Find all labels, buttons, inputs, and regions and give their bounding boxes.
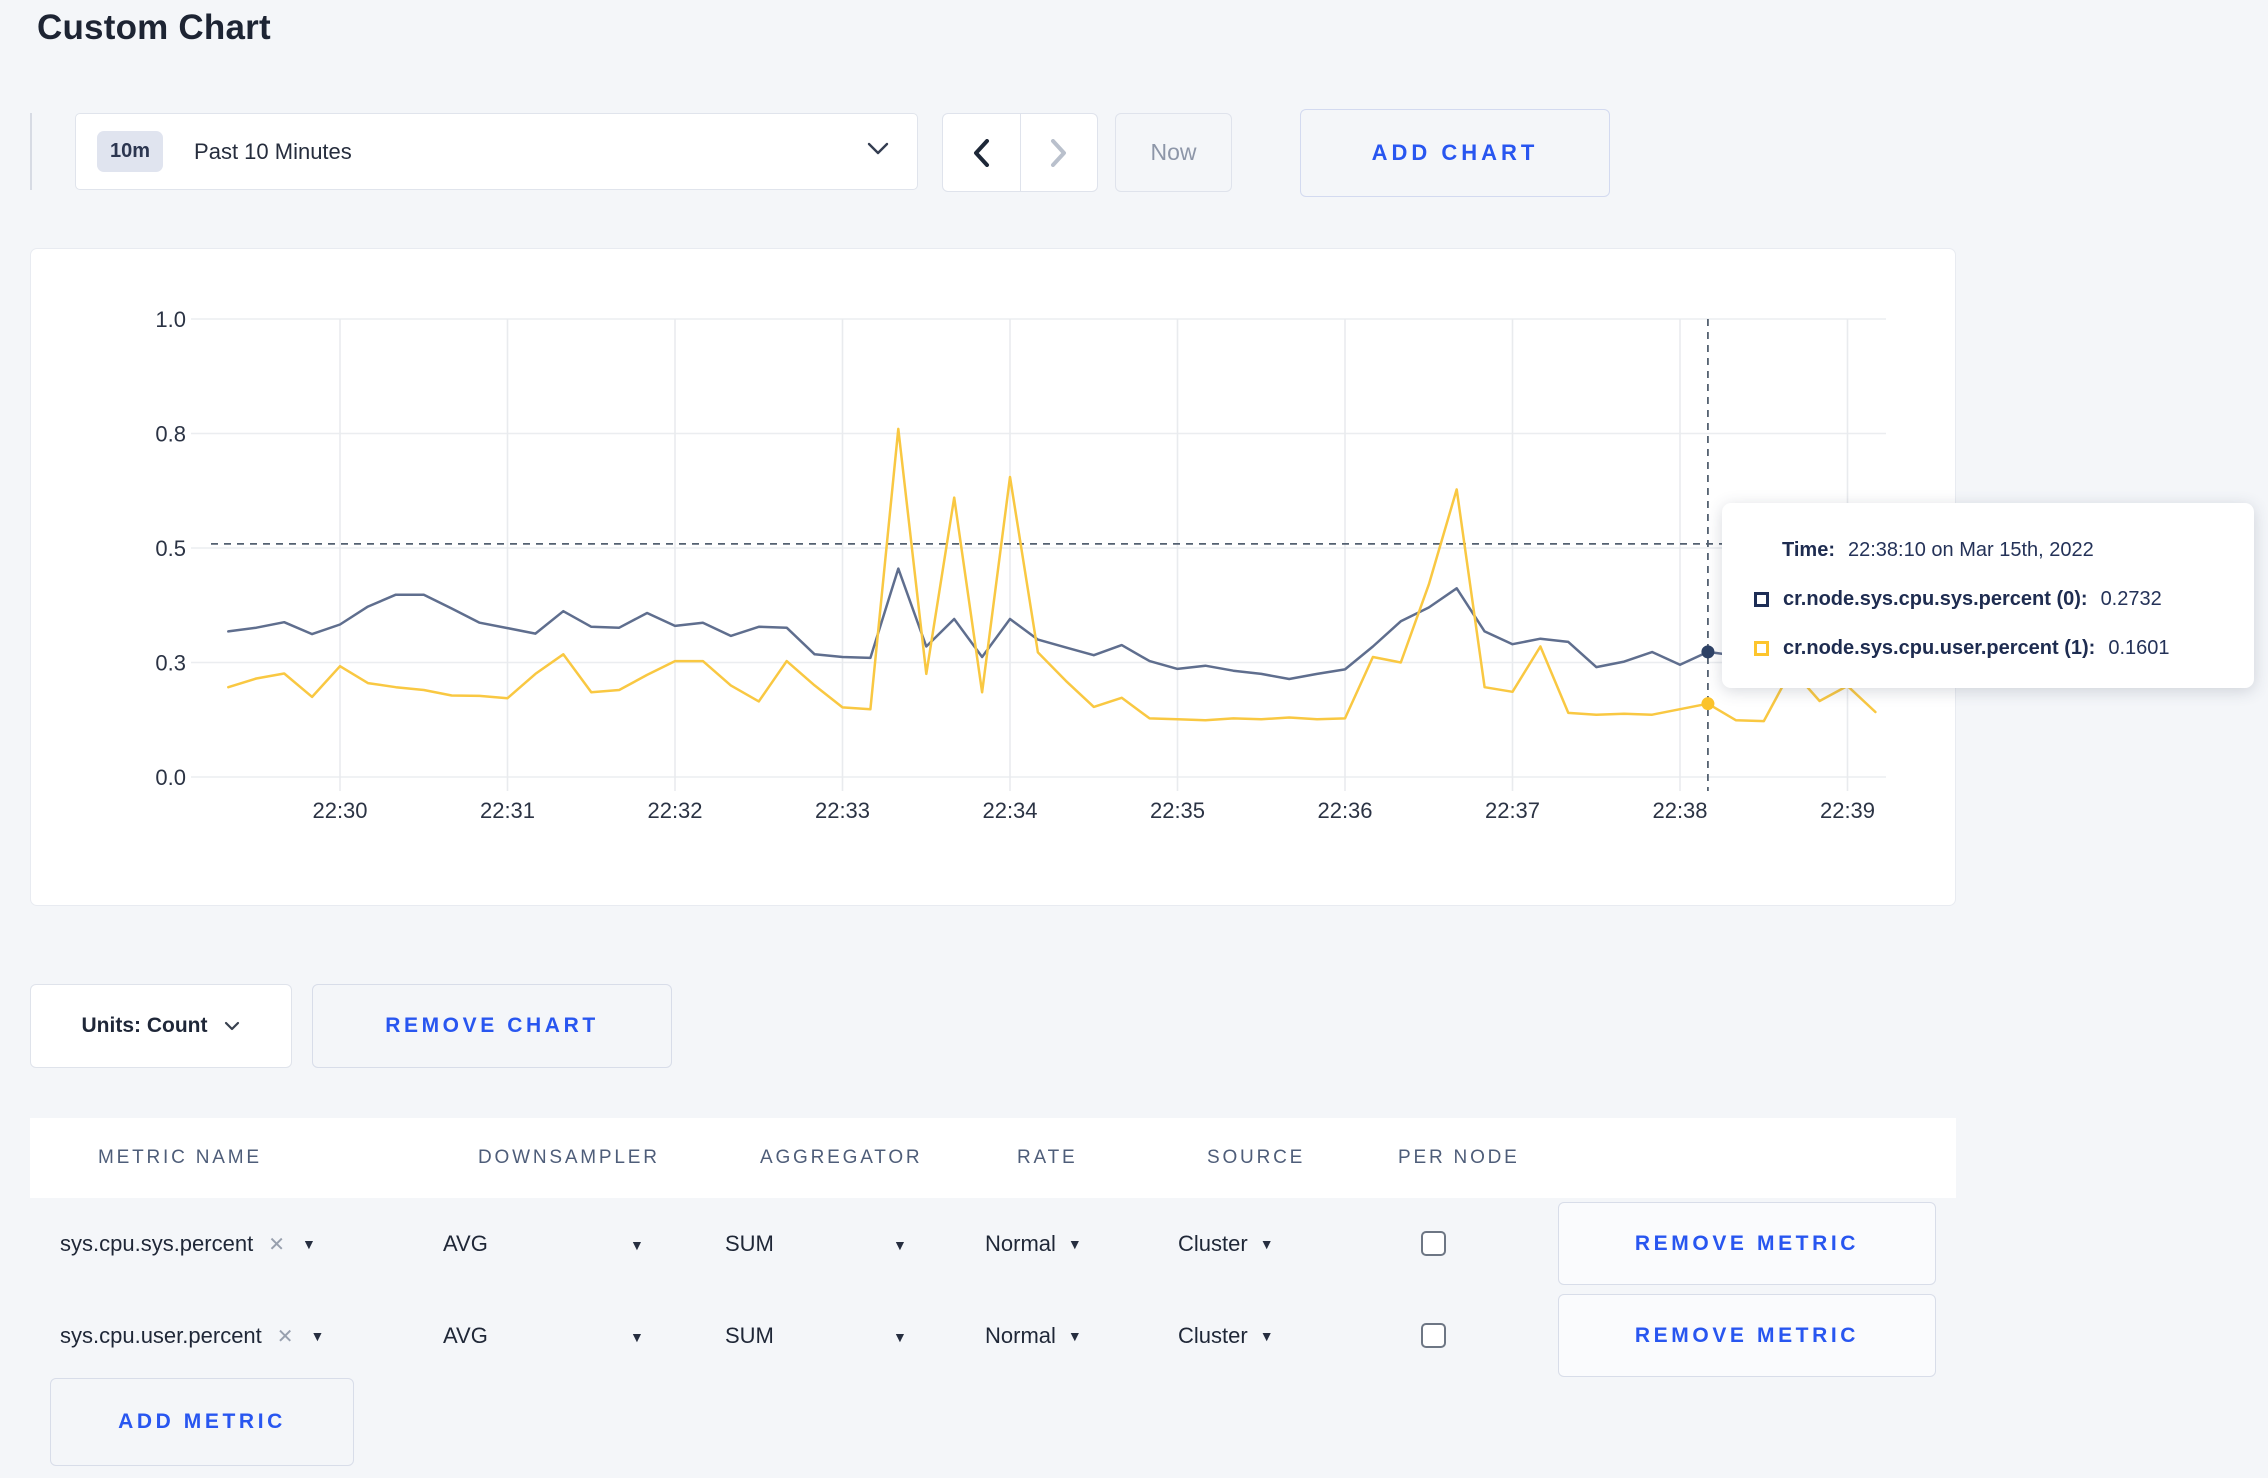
caret-down-icon: ▼ [1259, 1328, 1274, 1344]
hover-point-0 [1701, 645, 1715, 659]
custom-chart-page: Custom Chart 10m Past 10 Minutes Now ADD… [0, 0, 2268, 1478]
chart-card: 0.0 0.3 0.5 0.8 1.0 22:30 22:31 22:32 22:33 22:34… [30, 248, 1956, 906]
y-axis-tick-label: 0.8 [155, 422, 186, 447]
remove-metric-button[interactable]: REMOVE METRIC [1558, 1202, 1936, 1285]
per-node-checkbox[interactable] [1421, 1323, 1446, 1348]
downsampler-select[interactable]: AVG [443, 1198, 488, 1290]
col-header-downsampler: DOWNSAMPLER [478, 1147, 660, 1168]
caret-down-icon: ▼ [1067, 1328, 1082, 1344]
caret-down-icon: ▼ [630, 1237, 644, 1253]
tooltip-series-value: 0.1601 [2108, 636, 2170, 659]
remove-metric-button[interactable]: REMOVE METRIC [1558, 1294, 1936, 1377]
rate-select[interactable]: Normal ▼ [985, 1290, 1082, 1382]
caret-down-icon: ▼ [1259, 1236, 1274, 1252]
chevron-left-icon [974, 138, 990, 167]
tooltip-time-label: Time: [1782, 538, 1835, 561]
x-axis-tick-label: 22:34 [982, 798, 1037, 823]
x-axis-tick-label: 22:33 [815, 798, 870, 823]
hover-point-1 [1701, 697, 1715, 711]
source-value: Cluster [1178, 1231, 1248, 1256]
x-axis-tick-label: 22:30 [312, 798, 367, 823]
x-axis-tick-label: 22:35 [1150, 798, 1205, 823]
metrics-table-header: METRIC NAME DOWNSAMPLER AGGREGATOR RATE … [30, 1118, 1956, 1198]
source-value: Cluster [1178, 1323, 1248, 1348]
time-range-label: Past 10 Minutes [194, 138, 352, 164]
metric-name-value: sys.cpu.user.percent [60, 1323, 262, 1348]
downsampler-value: AVG [443, 1231, 488, 1256]
col-header-source: SOURCE [1207, 1147, 1306, 1168]
x-axis-tick-label: 22:36 [1317, 798, 1372, 823]
clear-metric-icon[interactable]: ✕ [277, 1324, 294, 1349]
chevron-right-icon [1050, 138, 1066, 167]
time-forward-button[interactable] [1021, 114, 1098, 191]
caret-down-icon: ▼ [630, 1329, 644, 1345]
rate-select[interactable]: Normal ▼ [985, 1198, 1082, 1290]
tooltip-series-label: cr.node.sys.cpu.sys.percent (0): [1783, 587, 2088, 610]
series-line-1 [227, 427, 1877, 723]
units-select[interactable]: Units: Count [30, 984, 292, 1068]
caret-down-icon: ▼ [301, 1236, 316, 1252]
units-label: Units: Count [81, 1014, 208, 1037]
series-swatch-user-icon [1754, 640, 1769, 656]
y-axis-tick-label: 0.5 [155, 536, 186, 561]
per-node-checkbox[interactable] [1421, 1231, 1446, 1256]
tooltip-series-row: cr.node.sys.cpu.user.percent (1): 0.1601 [1754, 631, 2254, 665]
aggregator-select[interactable]: SUM [725, 1290, 774, 1382]
table-row: sys.cpu.sys.percent ✕ ▼ AVG ▼ SUM ▼ Norm… [30, 1198, 1956, 1290]
chevron-down-icon [867, 142, 889, 161]
aggregator-value: SUM [725, 1323, 774, 1348]
metric-name-select[interactable]: sys.cpu.user.percent ✕ ▼ [60, 1290, 324, 1382]
x-axis-tick-label: 22:37 [1485, 798, 1540, 823]
caret-down-icon: ▼ [310, 1328, 325, 1344]
aggregator-value: SUM [725, 1231, 774, 1256]
aggregator-select[interactable]: SUM [725, 1198, 774, 1290]
tooltip-series-row: cr.node.sys.cpu.sys.percent (0): 0.2732 [1754, 582, 2254, 616]
source-select[interactable]: Cluster ▼ [1178, 1290, 1274, 1382]
col-header-per-node: PER NODE [1398, 1147, 1520, 1168]
downsampler-value: AVG [443, 1323, 488, 1348]
col-header-rate: RATE [1017, 1147, 1078, 1168]
x-axis-tick-label: 22:39 [1820, 798, 1875, 823]
metric-name-value: sys.cpu.sys.percent [60, 1231, 254, 1256]
x-axis-tick-label: 22:38 [1652, 798, 1707, 823]
metric-name-select[interactable]: sys.cpu.sys.percent ✕ ▼ [60, 1198, 316, 1290]
y-axis-tick-label: 0.0 [155, 765, 186, 790]
time-range-badge: 10m [97, 131, 164, 172]
tooltip-series-label: cr.node.sys.cpu.user.percent (1): [1783, 636, 2096, 659]
caret-down-icon: ▼ [893, 1237, 907, 1253]
series-swatch-sys-icon [1754, 591, 1769, 607]
col-header-metric-name: METRIC NAME [98, 1147, 262, 1168]
source-select[interactable]: Cluster ▼ [1178, 1198, 1274, 1290]
x-gridlines: 22:30 22:31 22:32 22:33 22:34 22:35 22:36 22:37… [312, 319, 1875, 823]
time-back-button[interactable] [943, 114, 1021, 191]
y-axis-tick-label: 1.0 [155, 307, 186, 332]
col-header-aggregator: AGGREGATOR [760, 1147, 923, 1168]
clear-metric-icon[interactable]: ✕ [268, 1232, 285, 1257]
caret-down-icon: ▼ [893, 1329, 907, 1345]
tooltip-time-row: Time: 22:38:10 on Mar 15th, 2022 [1754, 533, 2254, 567]
chevron-down-icon [225, 1021, 240, 1030]
tooltip-series-value: 0.2732 [2100, 587, 2162, 610]
time-nav-group [942, 113, 1098, 192]
now-button[interactable]: Now [1115, 113, 1232, 192]
x-axis-tick-label: 22:32 [647, 798, 702, 823]
caret-down-icon: ▼ [1067, 1236, 1082, 1252]
rate-value: Normal [985, 1323, 1056, 1348]
table-row: sys.cpu.user.percent ✕ ▼ AVG ▼ SUM ▼ Nor… [30, 1290, 1956, 1382]
add-chart-button[interactable]: ADD CHART [1300, 109, 1610, 197]
toolbar-divider [30, 113, 32, 190]
tooltip-time-value: 22:38:10 on Mar 15th, 2022 [1847, 538, 2094, 561]
downsampler-select[interactable]: AVG [443, 1290, 488, 1382]
chart-hover-tooltip: Time: 22:38:10 on Mar 15th, 2022 cr.node… [1722, 503, 2254, 688]
chart-svg[interactable]: 0.0 0.3 0.5 0.8 1.0 22:30 22:31 22:32 22:33 22:34… [31, 249, 1954, 904]
x-axis-tick-label: 22:31 [480, 798, 535, 823]
y-axis-tick-label: 0.3 [155, 651, 186, 676]
time-range-select[interactable]: 10m Past 10 Minutes [75, 113, 918, 190]
rate-value: Normal [985, 1231, 1056, 1256]
remove-chart-button[interactable]: REMOVE CHART [312, 984, 672, 1068]
page-title: Custom Chart [37, 8, 271, 47]
add-metric-button[interactable]: ADD METRIC [50, 1378, 354, 1466]
